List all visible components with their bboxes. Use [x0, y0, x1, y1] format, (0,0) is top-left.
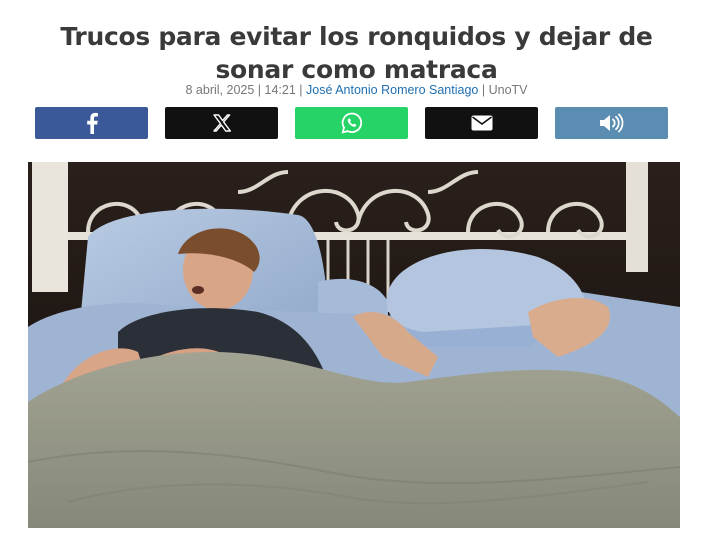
speaker-icon — [599, 113, 623, 133]
share-facebook-button[interactable] — [35, 107, 148, 139]
article-time: 14:21 — [264, 83, 296, 97]
article-source: UnoTV — [488, 83, 528, 97]
x-icon — [212, 114, 231, 132]
whatsapp-icon — [341, 112, 362, 134]
image-caption — [28, 533, 680, 540]
share-bar — [35, 107, 668, 139]
facebook-icon — [86, 112, 98, 134]
article-date: 8 abril, 2025 — [185, 83, 255, 97]
share-x-button[interactable] — [165, 107, 278, 139]
article-hero-image — [28, 162, 680, 528]
share-audio-button[interactable] — [555, 107, 668, 139]
meta-separator: | — [481, 83, 486, 97]
author-link[interactable]: José Antonio Romero Santiago — [306, 83, 478, 97]
meta-separator: | — [257, 83, 262, 97]
meta-separator: | — [299, 83, 303, 97]
article-meta: 8 abril, 2025 | 14:21 | José Antonio Rom… — [0, 83, 713, 97]
share-whatsapp-button[interactable] — [295, 107, 408, 139]
couple-in-bed-snoring-photo — [28, 162, 680, 528]
article-title: Trucos para evitar los ronquidos y dejar… — [60, 21, 653, 84]
envelope-icon — [471, 115, 492, 131]
share-email-button[interactable] — [425, 107, 538, 139]
